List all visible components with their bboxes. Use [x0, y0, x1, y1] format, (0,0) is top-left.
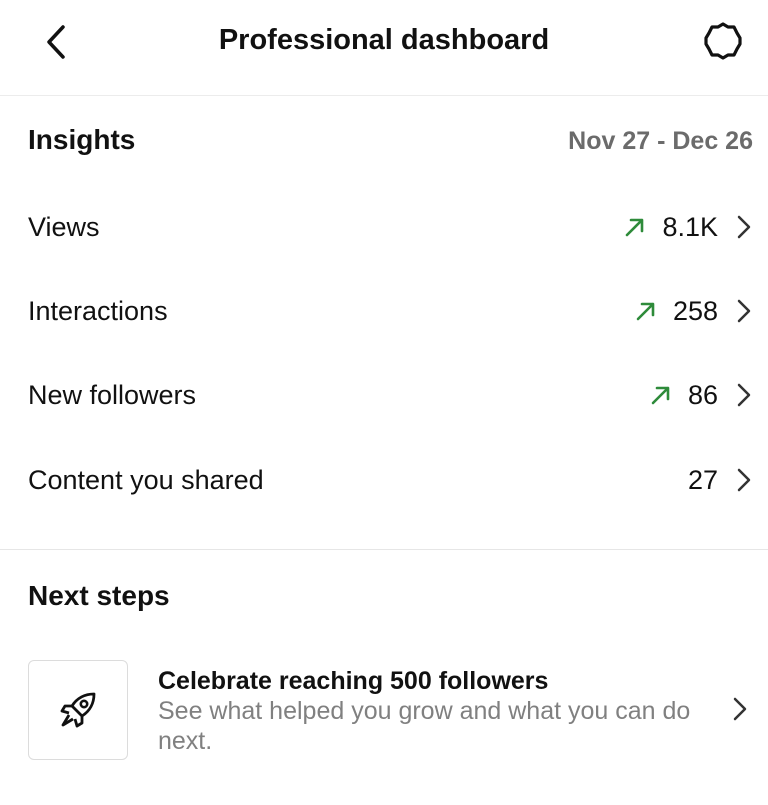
metric-value: 8.1K [662, 212, 718, 242]
trend-up-icon [648, 382, 674, 408]
metric-value-group: 258 [633, 291, 754, 331]
top-bar: Professional dashboard [0, 0, 768, 96]
metric-row-new-followers[interactable]: New followers 86 [0, 367, 768, 423]
chevron-right-icon [734, 380, 754, 410]
trend-up-icon [633, 298, 659, 324]
gear-icon [704, 22, 742, 60]
date-range[interactable]: Nov 27 - Dec 26 [568, 126, 753, 156]
step-icon-box [28, 660, 128, 760]
settings-button[interactable] [700, 18, 746, 64]
metric-row-views[interactable]: Views 8.1K [0, 199, 768, 255]
metric-value: 258 [672, 296, 718, 326]
page-title: Professional dashboard [218, 24, 550, 56]
metric-label: New followers [28, 380, 197, 410]
metric-row-interactions[interactable]: Interactions 258 [0, 283, 768, 339]
metric-label: Views [28, 212, 100, 242]
chevron-right-icon [730, 694, 750, 724]
rocket-icon [60, 692, 96, 728]
metric-value: 27 [687, 465, 718, 495]
section-divider [0, 549, 768, 550]
next-steps-heading: Next steps [28, 580, 170, 611]
metric-value-group: 8.1K [622, 207, 754, 247]
metric-value: 86 [687, 380, 718, 410]
trend-up-icon [622, 214, 648, 240]
step-title: Celebrate reaching 500 followers [158, 667, 549, 695]
metric-label: Interactions [28, 296, 168, 326]
next-step-card[interactable]: Celebrate reaching 500 followers See wha… [0, 656, 768, 766]
chevron-right-icon [734, 296, 754, 326]
insights-heading: Insights [28, 124, 136, 155]
chevron-right-icon [734, 212, 754, 242]
step-description: See what helped you grow and what you ca… [158, 697, 691, 755]
metric-value-group: 86 [648, 375, 754, 415]
chevron-right-icon [734, 465, 754, 495]
metric-row-content-shared[interactable]: Content you shared 27 [0, 452, 768, 508]
metric-label: Content you shared [28, 465, 264, 495]
metric-value-group: 27 [688, 460, 754, 500]
